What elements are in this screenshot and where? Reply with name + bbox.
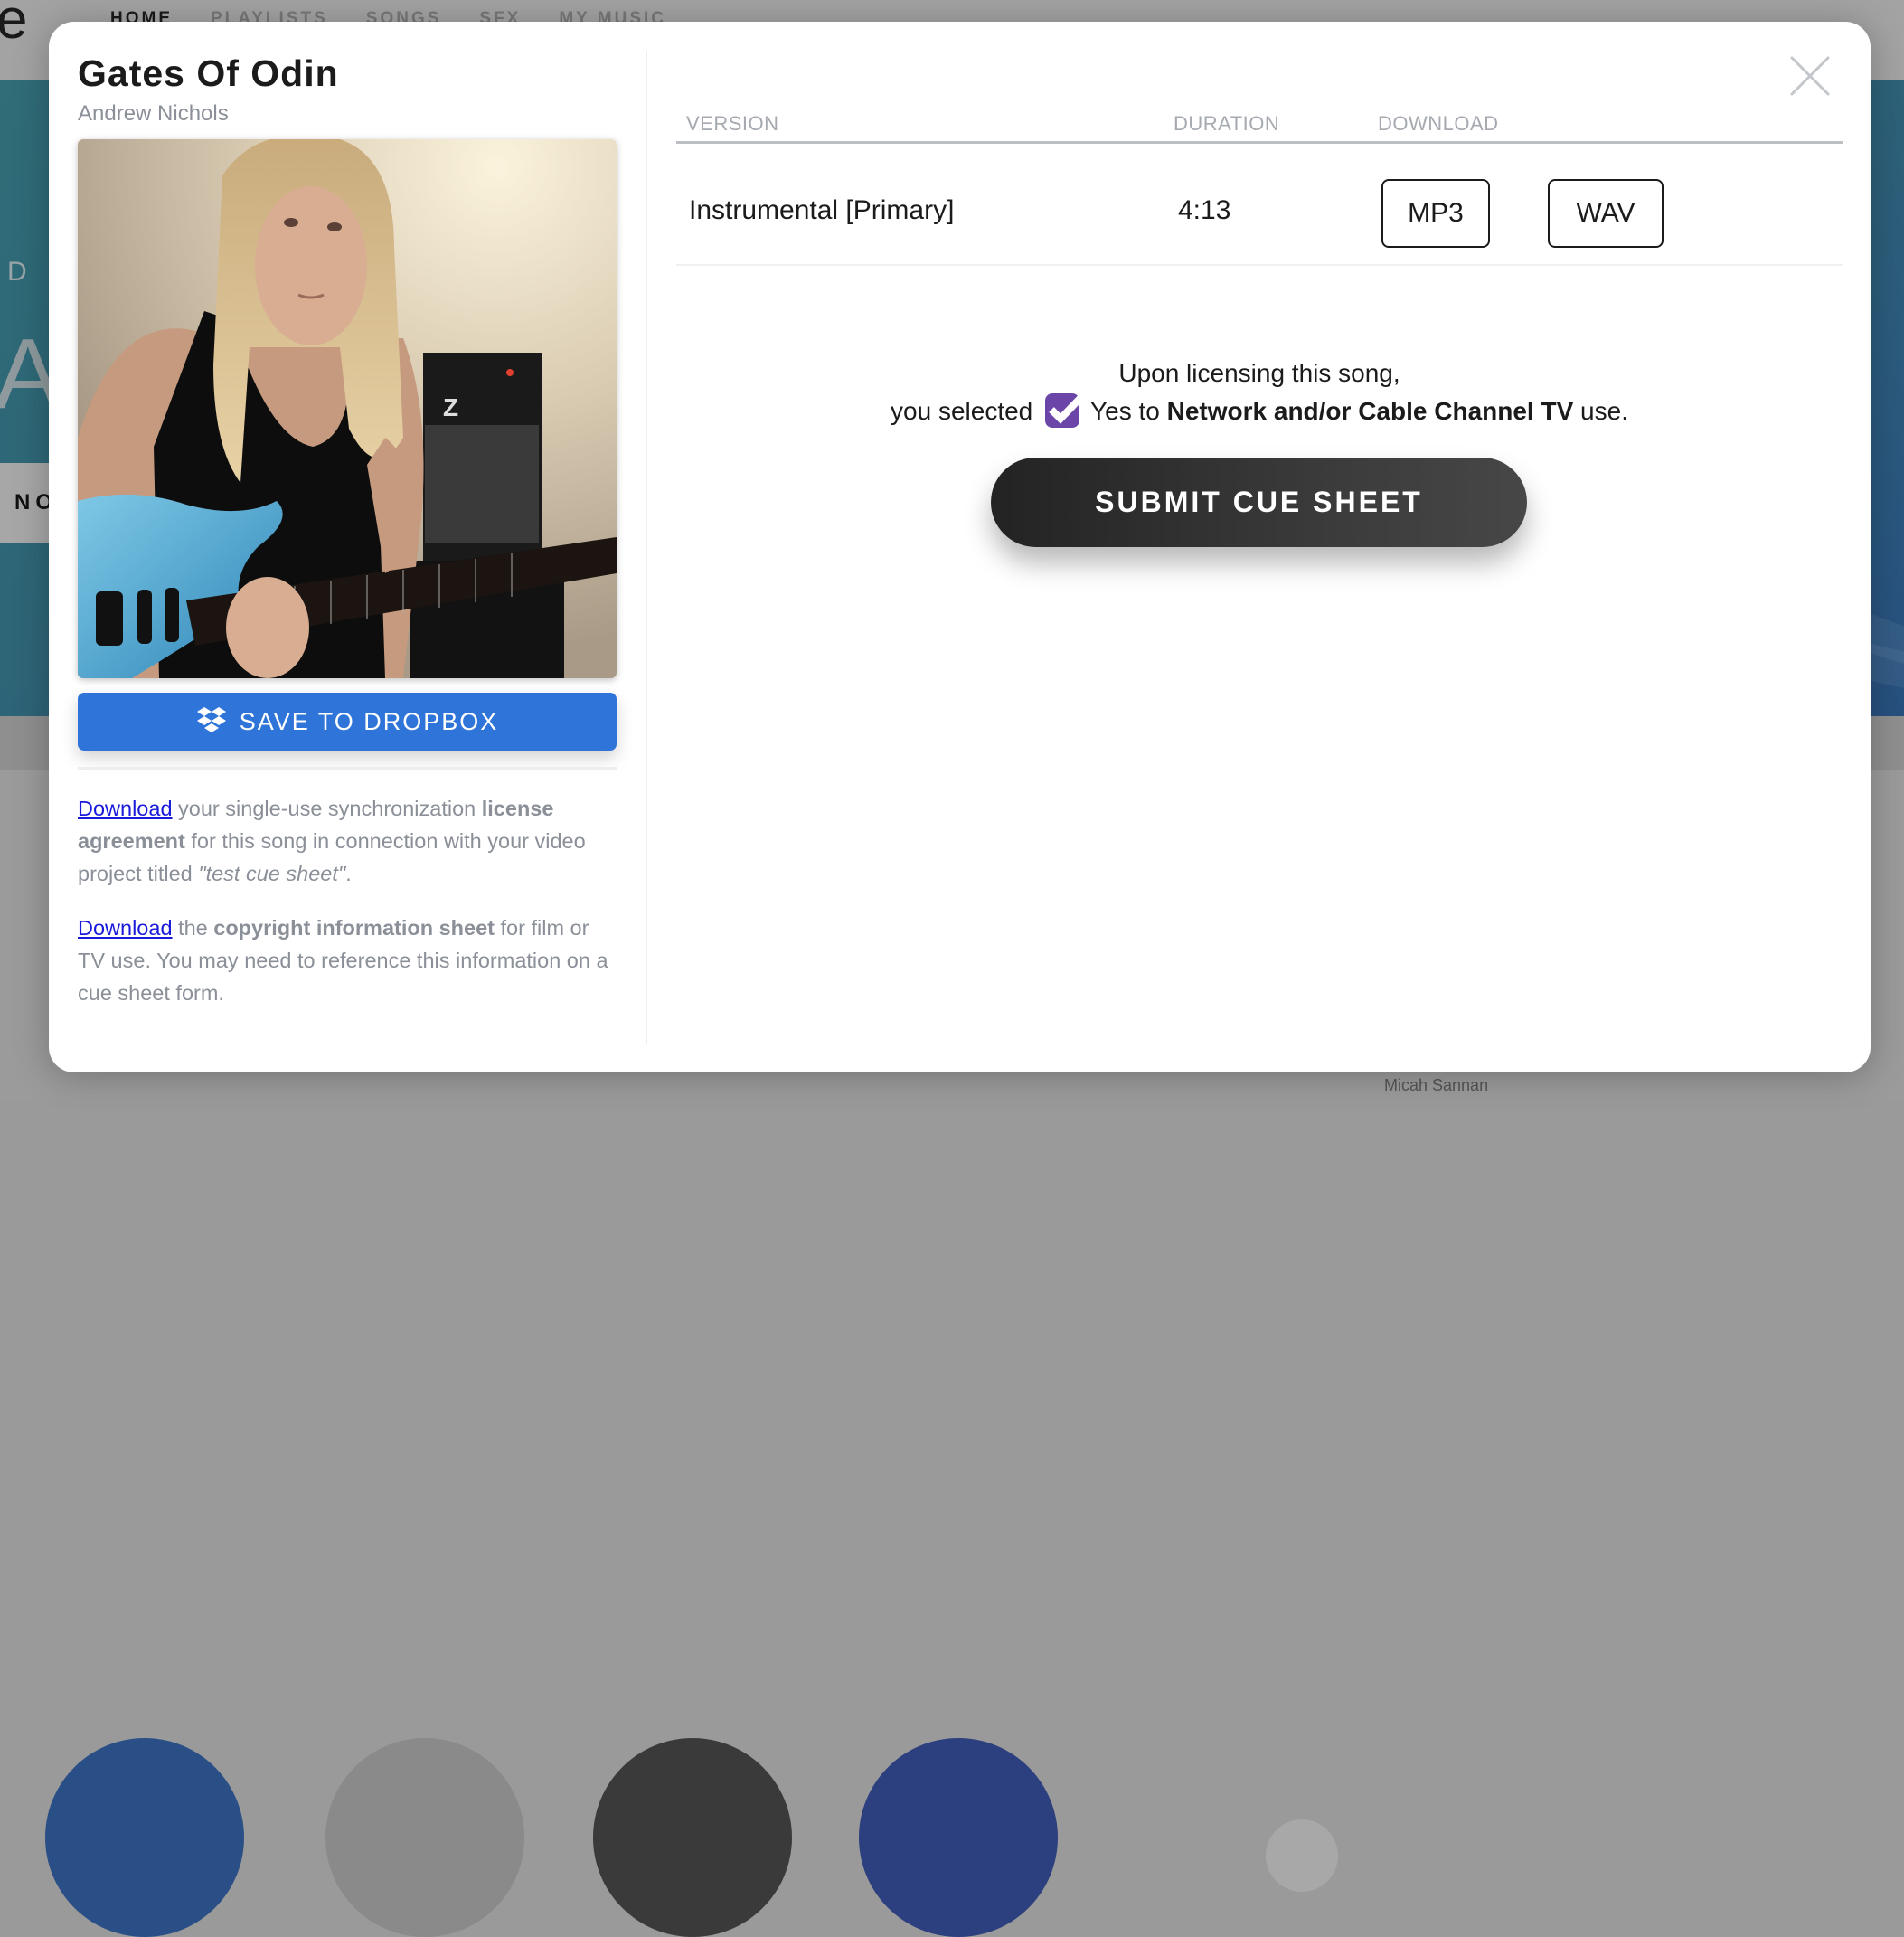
copyright-text: the bbox=[172, 916, 214, 940]
header-divider bbox=[676, 141, 1843, 144]
copyright-bold: copyright information sheet bbox=[213, 916, 495, 940]
download-license-link[interactable]: Download bbox=[78, 797, 173, 820]
header-duration: DURATION bbox=[1174, 112, 1280, 135]
row-divider bbox=[676, 264, 1843, 266]
song-title: Gates Of Odin bbox=[78, 52, 339, 94]
artist-photo: Z bbox=[78, 139, 617, 678]
license-notice: Upon licensing this song, you selected Y… bbox=[676, 354, 1843, 432]
left-divider bbox=[78, 767, 617, 770]
license-text: . bbox=[345, 862, 352, 885]
svg-text:Z: Z bbox=[443, 393, 458, 421]
playlist-thumb[interactable] bbox=[593, 1738, 792, 1937]
artist-photo-image: Z bbox=[78, 139, 617, 678]
download-mp3-button[interactable]: MP3 bbox=[1381, 179, 1490, 248]
checkmark-badge-icon bbox=[1045, 392, 1087, 430]
header-download: DOWNLOAD bbox=[1378, 112, 1499, 135]
version-name: Instrumental [Primary] bbox=[689, 195, 955, 225]
playlist-thumb[interactable] bbox=[325, 1738, 524, 1937]
notice-prefix: you selected bbox=[891, 397, 1033, 425]
copyright-info-text: Download the copyright information sheet… bbox=[78, 912, 620, 1009]
header-version: VERSION bbox=[686, 112, 779, 135]
close-icon bbox=[1790, 56, 1830, 96]
notice-suffix: use. bbox=[1573, 397, 1628, 425]
project-title: "test cue sheet" bbox=[198, 862, 346, 885]
site-logo[interactable]: e bbox=[0, 0, 27, 52]
version-duration: 4:13 bbox=[1178, 195, 1231, 225]
artist-name[interactable]: Andrew Nichols bbox=[78, 101, 229, 127]
playlist-thumb[interactable] bbox=[859, 1738, 1058, 1937]
close-button[interactable] bbox=[1788, 54, 1832, 98]
save-to-dropbox-label: SAVE TO DROPBOX bbox=[239, 707, 499, 735]
notice-line-2: you selected Yes to Network and/or Cable… bbox=[676, 392, 1843, 432]
notice-line-1: Upon licensing this song, bbox=[1118, 359, 1400, 387]
notice-yes: Yes to bbox=[1090, 397, 1167, 425]
license-modal: Gates Of Odin Andrew Nichols Z SAVE TO D… bbox=[49, 22, 1871, 1072]
notice-usage-type: Network and/or Cable Channel TV bbox=[1166, 397, 1574, 425]
license-text: your single-use synchronization bbox=[172, 797, 482, 820]
download-wav-button[interactable]: WAV bbox=[1548, 179, 1664, 248]
play-icon[interactable] bbox=[1266, 1819, 1338, 1892]
dropbox-icon bbox=[196, 707, 226, 732]
submit-cue-sheet-button[interactable]: SUBMIT CUE SHEET bbox=[991, 458, 1527, 547]
download-copyright-link[interactable]: Download bbox=[78, 916, 173, 940]
playlist-thumb[interactable] bbox=[45, 1738, 244, 1937]
license-agreement-text: Download your single-use synchronization… bbox=[78, 792, 620, 890]
save-to-dropbox-button[interactable]: SAVE TO DROPBOX bbox=[78, 693, 617, 751]
column-divider bbox=[646, 51, 647, 1044]
background-artist-name: Micah Sannan bbox=[1384, 1076, 1489, 1094]
